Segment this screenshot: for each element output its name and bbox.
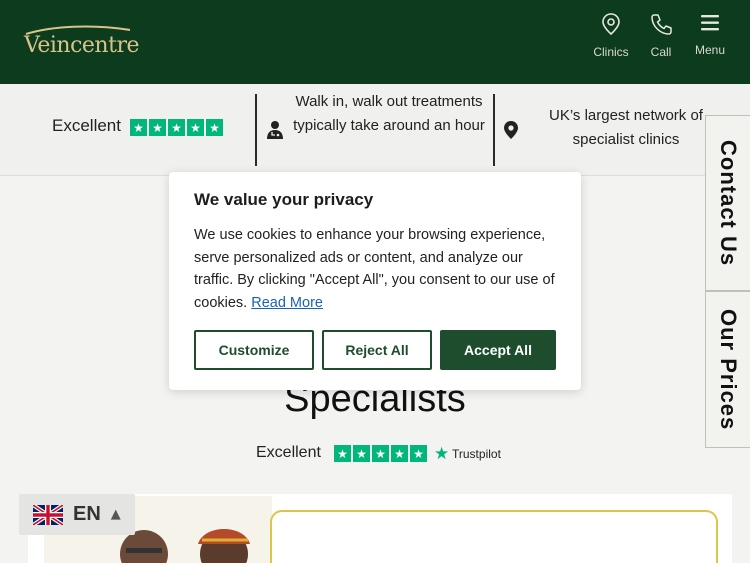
cookie-body-text: We use cookies to enhance your browsing … xyxy=(194,227,555,311)
star-icon: ★ xyxy=(391,445,408,462)
contact-us-tab[interactable]: Contact Us xyxy=(705,115,750,291)
our-prices-tab[interactable]: Our Prices xyxy=(705,291,750,448)
nav-menu-label: Menu xyxy=(694,43,726,57)
cookie-title: We value your privacy xyxy=(194,190,374,209)
brand-name: Veincentre xyxy=(24,33,139,58)
brand-logo[interactable]: Veincentre xyxy=(22,24,139,60)
strip-divider xyxy=(255,94,257,166)
card-accent-border xyxy=(270,510,718,563)
star-icon: ★ xyxy=(149,119,166,136)
hamburger-icon xyxy=(701,15,719,31)
uk-flag-icon xyxy=(33,504,63,525)
star-icon: ★ xyxy=(168,119,185,136)
feature-clinics: UK’s largest network of specialist clini… xyxy=(549,107,703,148)
nav-call-label: Call xyxy=(650,45,672,59)
star-icon: ★ xyxy=(130,119,147,136)
map-pin-icon xyxy=(602,13,620,36)
star-icon: ★ xyxy=(187,119,204,136)
info-strip: Excellent ★ ★ ★ ★ ★ Walk in, walk out tr… xyxy=(0,84,750,176)
location-pin-icon xyxy=(504,121,518,139)
doctor-icon xyxy=(267,121,283,139)
trustpilot-rating-label: Excellent xyxy=(256,444,321,461)
star-icon: ★ xyxy=(206,119,223,136)
cookie-consent-dialog: We value your privacy We use cookies to … xyxy=(169,172,581,390)
reject-all-button[interactable]: Reject All xyxy=(322,330,432,370)
trustpilot-brand: Trustpilot xyxy=(452,447,501,461)
phone-icon xyxy=(651,14,672,35)
rating-label: Excellent xyxy=(52,116,121,135)
chevron-up-icon: ▲ xyxy=(110,507,121,522)
trustpilot-logo-icon: ★ xyxy=(434,444,450,464)
feature-walk-in: Walk in, walk out treatments typically t… xyxy=(293,93,485,134)
star-icon: ★ xyxy=(353,445,370,462)
cookie-body: We use cookies to enhance your browsing … xyxy=(194,224,564,314)
star-icon: ★ xyxy=(372,445,389,462)
language-selector[interactable]: EN ▲ xyxy=(19,494,135,535)
trustpilot-stars: ★ ★ ★ ★ ★ xyxy=(130,119,223,136)
trustpilot-stars: ★ ★ ★ ★ ★ xyxy=(334,445,427,462)
nav-clinics[interactable]: Clinics xyxy=(586,12,636,68)
nav-menu[interactable]: Menu xyxy=(685,12,735,68)
star-icon: ★ xyxy=(410,445,427,462)
strip-divider xyxy=(493,94,495,166)
site-header: Veincentre Clinics Call Menu xyxy=(0,0,750,84)
customize-button[interactable]: Customize xyxy=(194,330,314,370)
star-icon: ★ xyxy=(334,445,351,462)
contact-us-label: Contact Us xyxy=(716,139,741,267)
language-code: EN xyxy=(73,503,101,525)
nav-call[interactable]: Call xyxy=(636,12,686,68)
accept-all-button[interactable]: Accept All xyxy=(440,330,556,370)
read-more-link[interactable]: Read More xyxy=(251,295,323,311)
nav-clinics-label: Clinics xyxy=(593,45,629,59)
